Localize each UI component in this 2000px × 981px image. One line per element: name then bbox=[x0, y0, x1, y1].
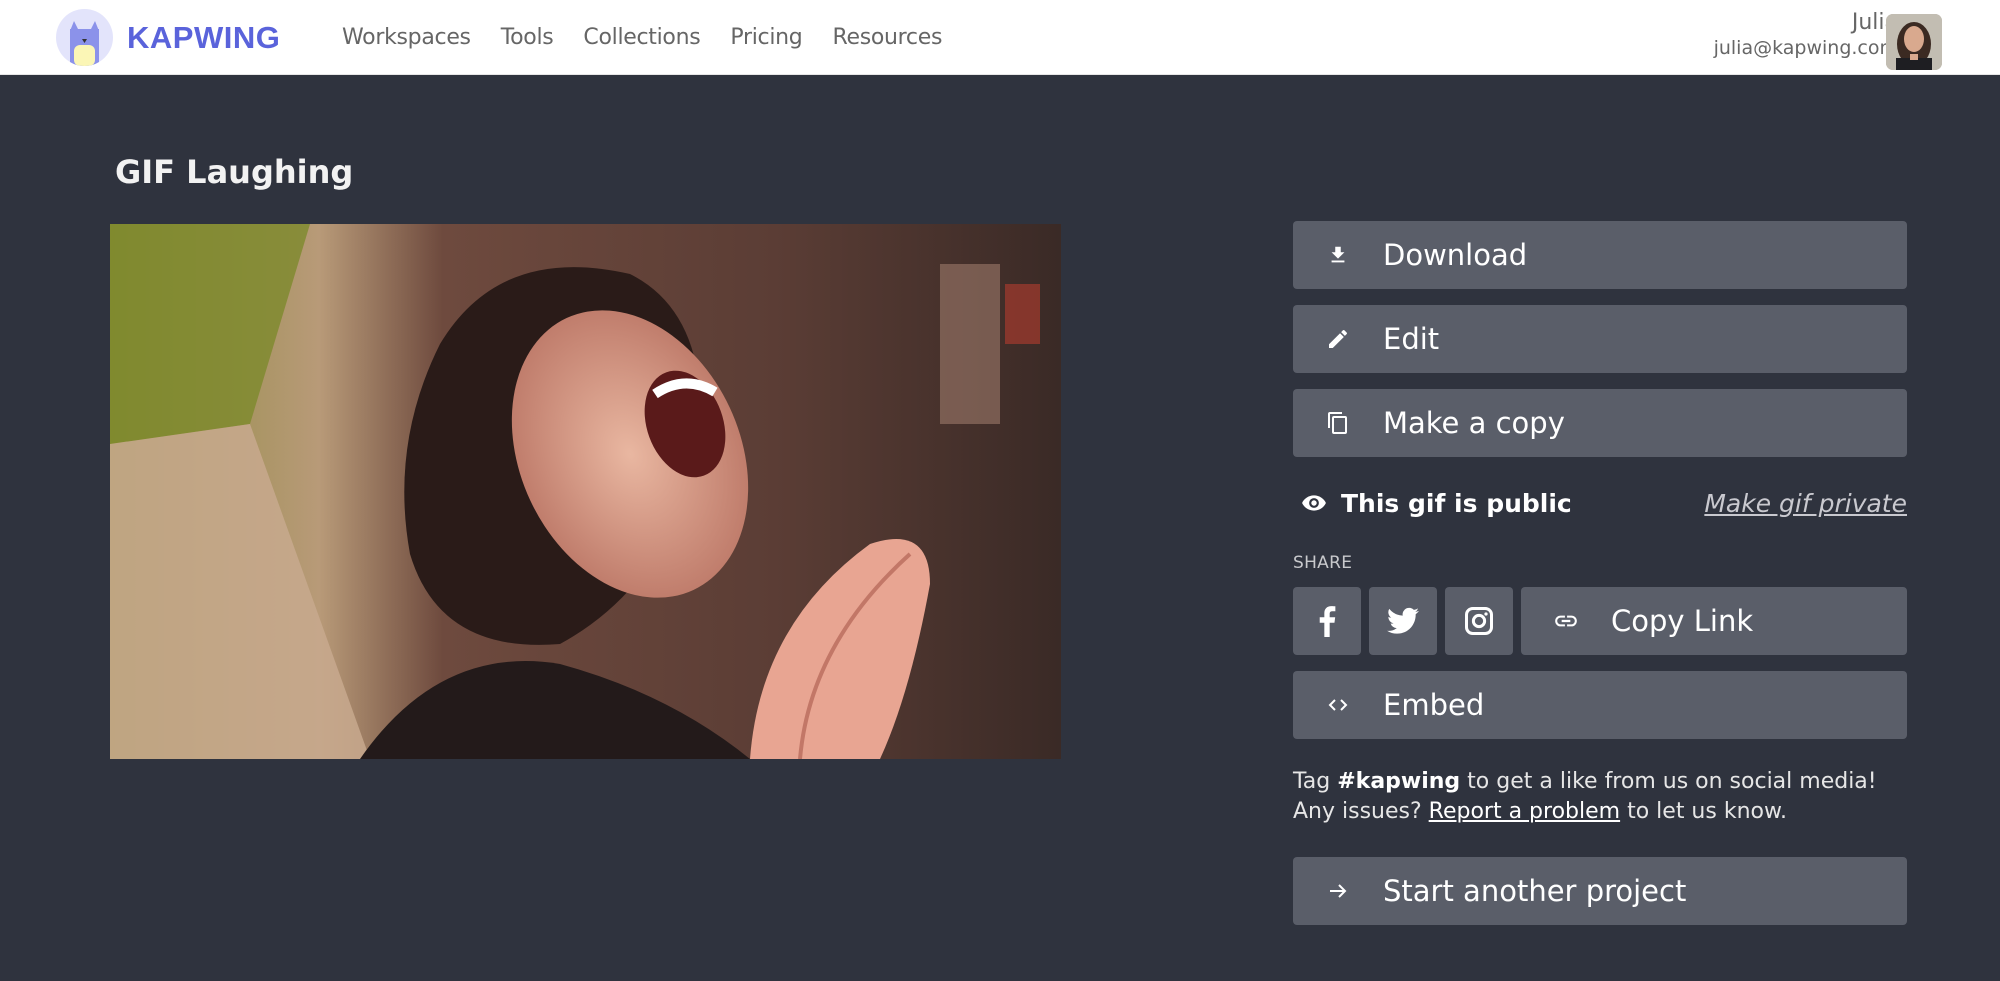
link-icon bbox=[1521, 608, 1611, 634]
visibility-row: This gif is public Make gif private bbox=[1293, 473, 1907, 533]
eye-icon bbox=[1301, 490, 1327, 516]
avatar[interactable] bbox=[1886, 14, 1942, 70]
edit-label: Edit bbox=[1383, 322, 1440, 356]
main-nav: Workspaces Tools Collections Pricing Res… bbox=[342, 0, 972, 75]
share-row: Copy Link bbox=[1293, 587, 1907, 655]
download-icon bbox=[1293, 244, 1383, 266]
action-panel: Download Edit Make a copy This gif is pu… bbox=[1293, 221, 1907, 941]
copy-link-label: Copy Link bbox=[1611, 604, 1754, 638]
download-label: Download bbox=[1383, 238, 1528, 272]
embed-button[interactable]: Embed bbox=[1293, 671, 1907, 739]
visibility-status: This gif is public bbox=[1341, 488, 1572, 518]
top-navbar: KAPWING Workspaces Tools Collections Pri… bbox=[0, 0, 2000, 75]
start-another-project-button[interactable]: Start another project bbox=[1293, 857, 1907, 925]
page-title: GIF Laughing bbox=[115, 153, 354, 191]
nav-resources[interactable]: Resources bbox=[832, 25, 942, 50]
user-name: Julia bbox=[1851, 10, 1898, 35]
nav-workspaces[interactable]: Workspaces bbox=[342, 25, 471, 50]
info-text-prefix: Tag bbox=[1293, 769, 1338, 794]
start-another-project-label: Start another project bbox=[1383, 874, 1687, 908]
social-info-text: Tag #kapwing to get a like from us on so… bbox=[1293, 767, 1907, 827]
instagram-share-button[interactable] bbox=[1445, 587, 1513, 655]
instagram-icon bbox=[1464, 606, 1494, 636]
arrow-right-icon bbox=[1293, 879, 1383, 903]
report-problem-link[interactable]: Report a problem bbox=[1429, 799, 1620, 824]
make-copy-button[interactable]: Make a copy bbox=[1293, 389, 1907, 457]
gif-preview[interactable] bbox=[110, 224, 1061, 759]
pencil-icon bbox=[1293, 327, 1383, 351]
twitter-icon bbox=[1387, 607, 1419, 635]
twitter-share-button[interactable] bbox=[1369, 587, 1437, 655]
user-info[interactable]: Julia julia@kapwing.com bbox=[1714, 10, 1898, 60]
embed-label: Embed bbox=[1383, 688, 1485, 722]
nav-collections[interactable]: Collections bbox=[583, 25, 700, 50]
brand-name: KAPWING bbox=[127, 19, 281, 55]
copy-link-button[interactable]: Copy Link bbox=[1521, 587, 1907, 655]
brand-logo[interactable]: KAPWING bbox=[56, 9, 280, 66]
code-icon bbox=[1293, 693, 1383, 717]
share-heading: SHARE bbox=[1293, 553, 1353, 573]
nav-pricing[interactable]: Pricing bbox=[730, 25, 802, 50]
user-email: julia@kapwing.com bbox=[1713, 37, 1898, 59]
copy-icon bbox=[1293, 411, 1383, 435]
hashtag: #kapwing bbox=[1337, 769, 1461, 794]
download-button[interactable]: Download bbox=[1293, 221, 1907, 289]
make-private-link[interactable]: Make gif private bbox=[1704, 489, 1907, 518]
nav-tools[interactable]: Tools bbox=[501, 25, 554, 50]
kapwing-cat-icon bbox=[56, 9, 113, 66]
facebook-share-button[interactable] bbox=[1293, 587, 1361, 655]
facebook-icon bbox=[1317, 605, 1337, 637]
info-text-suffix: to let us know. bbox=[1620, 799, 1787, 824]
make-copy-label: Make a copy bbox=[1383, 406, 1565, 440]
edit-button[interactable]: Edit bbox=[1293, 305, 1907, 373]
gif-image bbox=[110, 224, 1061, 759]
